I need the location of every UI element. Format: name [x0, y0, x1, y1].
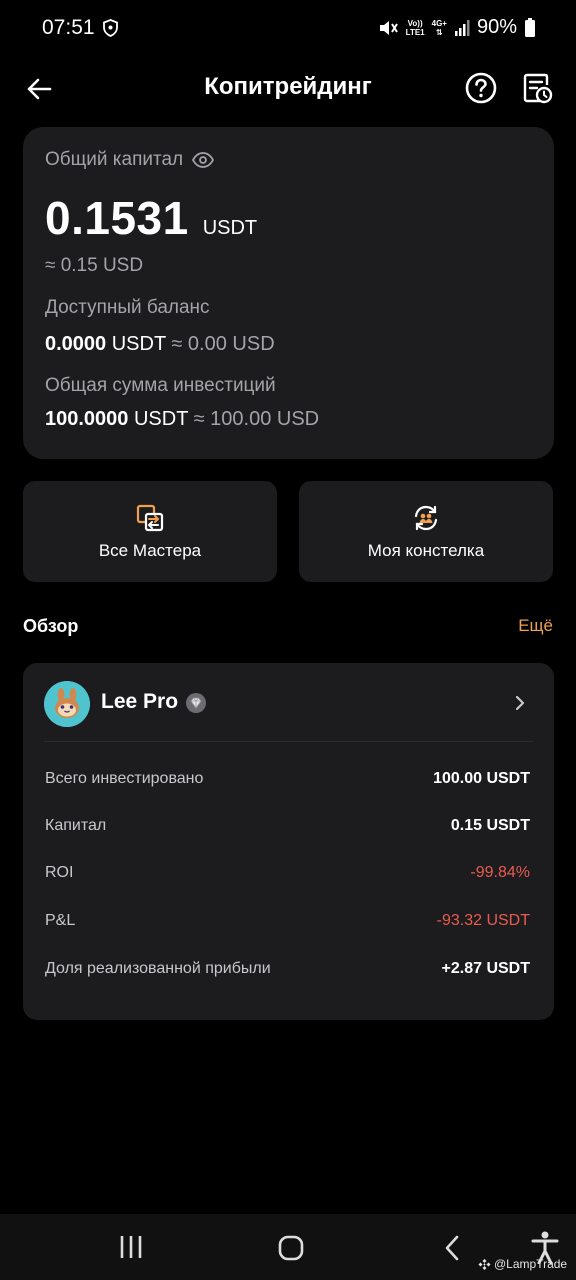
chevron-right-icon[interactable] — [511, 691, 529, 715]
stat-row-realized-profit-share: Доля реализованной прибыли +2.87 USDT — [45, 960, 530, 977]
status-bar: 07:51 Vo)) LTE1 4G+ ⇅ 90% — [0, 0, 576, 58]
home-icon[interactable] — [277, 1234, 305, 1262]
help-icon[interactable] — [464, 71, 498, 105]
available-balance-label: Доступный баланс — [45, 297, 210, 318]
battery-icon — [525, 17, 535, 37]
status-time: 07:51 — [42, 16, 95, 39]
all-masters-button[interactable]: Все Мастера — [23, 481, 277, 582]
my-copy-deal-button[interactable]: Моя констелка — [299, 481, 553, 582]
copy-deal-icon — [414, 505, 438, 531]
available-balance-value: 0.0000 USDT ≈ 0.00 USD — [45, 333, 275, 355]
stat-row-roi: ROI -99.84% — [45, 864, 530, 881]
nav-back-icon[interactable] — [442, 1234, 462, 1262]
bunny-avatar-icon — [44, 681, 90, 727]
binance-logo-icon — [478, 1258, 491, 1270]
stat-row-capital: Капитал 0.15 USDT — [45, 817, 530, 834]
total-investment-value: 100.0000 USDT ≈ 100.00 USD — [45, 408, 320, 430]
battery-percent: 90% — [476, 16, 517, 38]
signal-icon — [454, 19, 470, 36]
overview-title: Обзор — [23, 616, 79, 636]
watermark: @LampTrade — [478, 1257, 567, 1271]
all-masters-label: Все Мастера — [98, 541, 202, 560]
volte-indicator: Vo)) LTE1 — [405, 18, 425, 37]
recents-icon[interactable] — [118, 1234, 144, 1260]
total-capital-approx: ≈ 0.15 USD — [45, 255, 144, 276]
trader-name: Lee Pro — [101, 690, 179, 713]
eye-icon[interactable] — [192, 152, 215, 168]
total-capital-label: Общий капитал — [45, 149, 215, 171]
stat-row-total-invested: Всего инвестировано 100.00 USDT — [45, 770, 530, 787]
app-header: Копитрейдинг — [0, 58, 576, 120]
stat-row-pnl: P&L -93.32 USDT — [45, 912, 530, 929]
total-capital-value: 0.1531 USDT — [45, 192, 258, 244]
mute-icon — [379, 20, 398, 35]
divider — [44, 741, 533, 742]
diamond-badge-icon — [186, 693, 206, 713]
network-type: 4G+ ⇅ — [431, 18, 447, 37]
total-investment-label: Общая сумма инвестиций — [45, 375, 276, 396]
shield-icon — [103, 19, 118, 37]
my-copy-deal-label: Моя констелка — [367, 541, 485, 560]
capital-card: Общий капитал 0.1531 USDT ≈ 0.15 USD Дос… — [23, 127, 554, 459]
overview-more-link[interactable]: Ещё — [518, 616, 553, 636]
trader-card[interactable]: Lee Pro Всего инвестировано 100.00 USDT … — [23, 663, 554, 1020]
avatar — [44, 681, 90, 727]
history-icon[interactable] — [520, 71, 554, 105]
masters-icon — [136, 504, 164, 532]
